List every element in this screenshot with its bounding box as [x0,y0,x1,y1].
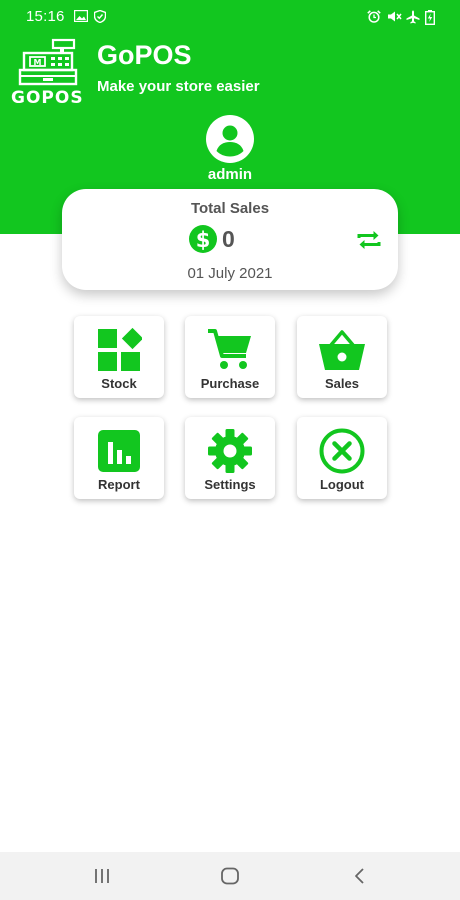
app-logo: M GOPOS [8,38,88,108]
back-button[interactable] [320,852,400,900]
logo-text: GOPOS [11,88,84,108]
shield-icon [94,10,106,23]
svg-text:$: $ [196,228,211,252]
battery-charging-icon [425,10,435,25]
report-label: Report [98,477,140,492]
logout-button[interactable]: Logout [297,417,387,499]
status-time: 15:16 [26,8,65,25]
cash-register-icon: M [18,38,78,86]
cart-icon [208,329,251,369]
app-title: GoPOS [97,40,192,70]
purchase-button[interactable]: Purchase [185,316,275,398]
back-icon [355,868,364,884]
logout-label: Logout [319,477,365,492]
system-nav-bar [0,852,460,900]
close-circle-icon [319,428,365,474]
home-button[interactable] [190,852,270,900]
stock-label: Stock [101,376,137,391]
sales-button[interactable]: Sales [297,316,387,398]
dollar-icon: $ [189,225,217,253]
recent-apps-button[interactable] [62,852,142,900]
recent-apps-icon [95,869,109,883]
image-icon [74,10,88,22]
home-icon [221,867,239,885]
mute-icon [388,11,402,22]
gear-icon [208,429,252,473]
sales-label: Sales [325,376,359,391]
status-bar: 15:16 [0,0,460,34]
bar-chart-icon [98,430,140,472]
total-sales-value: 0 [222,226,235,252]
repeat-icon[interactable] [355,226,383,254]
airplane-icon [406,10,420,24]
user-name: admin [207,166,253,183]
purchase-label: Purchase [200,376,260,391]
total-sales-date: 01 July 2021 [187,265,273,282]
total-sales-title: Total Sales [190,200,270,217]
svg-text:M: M [34,58,42,67]
total-sales-card: Total Sales $ 0 01 July 2021 [62,189,398,290]
settings-label: Settings [204,477,256,492]
basket-icon [319,330,365,370]
alarm-icon [367,10,381,23]
app-subtitle: Make your store easier [97,78,260,95]
stock-icon [98,327,142,371]
report-button[interactable]: Report [74,417,164,499]
stock-button[interactable]: Stock [74,316,164,398]
settings-button[interactable]: Settings [185,417,275,499]
avatar-icon[interactable] [206,115,254,163]
